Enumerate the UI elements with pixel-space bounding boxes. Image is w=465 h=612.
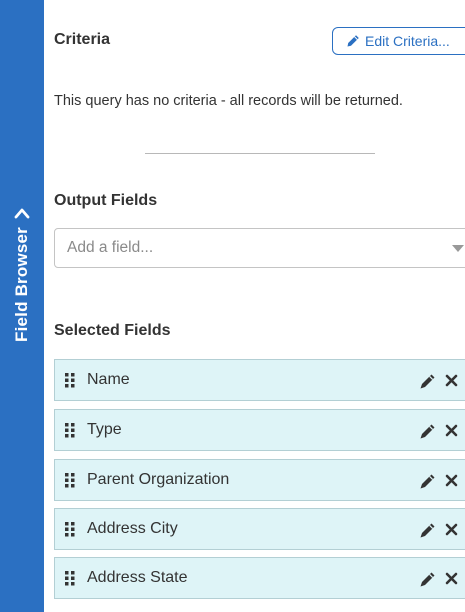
field-browser-toggle[interactable]: Field Browser xyxy=(0,0,44,612)
field-label: Address City xyxy=(87,520,178,537)
field-label: Parent Organization xyxy=(87,471,230,488)
pencil-icon[interactable] xyxy=(419,522,436,539)
close-icon[interactable] xyxy=(445,374,458,387)
pencil-icon xyxy=(347,35,359,47)
selected-fields-title: Selected Fields xyxy=(54,322,171,339)
selected-field-item[interactable]: Parent Organization xyxy=(54,459,465,501)
edit-criteria-button[interactable]: Edit Criteria... xyxy=(332,27,465,55)
criteria-title: Criteria xyxy=(54,31,111,48)
selected-field-item[interactable]: Type xyxy=(54,409,465,451)
field-label: Type xyxy=(87,421,122,438)
add-field-select[interactable] xyxy=(54,228,465,268)
field-label: Address State xyxy=(87,569,188,586)
query-panel: Criteria Edit Criteria... This query has… xyxy=(44,0,465,612)
close-icon[interactable] xyxy=(445,424,458,437)
edit-criteria-label: Edit Criteria... xyxy=(365,33,450,49)
field-browser-tab: Field Browser xyxy=(12,208,32,342)
selected-field-item[interactable]: Address City xyxy=(54,508,465,550)
field-label: Name xyxy=(87,371,130,388)
field-browser-label: Field Browser xyxy=(12,226,31,343)
selected-field-item[interactable]: Name xyxy=(54,359,465,401)
drag-handle-icon[interactable] xyxy=(65,473,75,488)
drag-handle-icon[interactable] xyxy=(65,373,75,388)
close-icon[interactable] xyxy=(445,572,458,585)
section-divider xyxy=(145,153,375,154)
pencil-icon[interactable] xyxy=(419,571,436,588)
output-fields-title: Output Fields xyxy=(54,192,158,209)
criteria-message: This query has no criteria - all records… xyxy=(54,93,403,109)
selected-field-item[interactable]: Address State xyxy=(54,557,465,599)
chevron-right-icon xyxy=(14,208,30,219)
dropdown-arrow-icon[interactable] xyxy=(452,245,464,252)
pencil-icon[interactable] xyxy=(419,373,436,390)
close-icon[interactable] xyxy=(445,474,458,487)
drag-handle-icon[interactable] xyxy=(65,522,75,537)
add-field-input[interactable] xyxy=(67,239,427,257)
close-icon[interactable] xyxy=(445,523,458,536)
pencil-icon[interactable] xyxy=(419,473,436,490)
pencil-icon[interactable] xyxy=(419,423,436,440)
drag-handle-icon[interactable] xyxy=(65,571,75,586)
drag-handle-icon[interactable] xyxy=(65,423,75,438)
